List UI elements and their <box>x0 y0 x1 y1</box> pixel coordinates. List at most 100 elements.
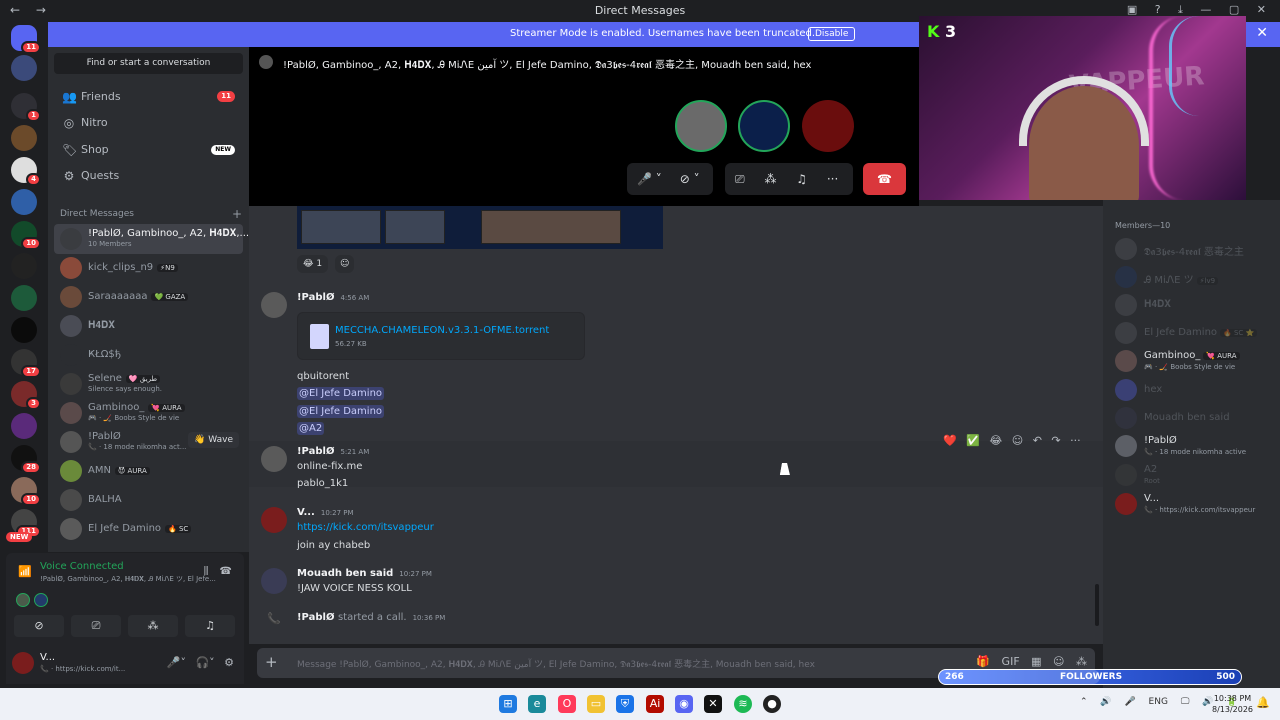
dm-item[interactable]: BALHA <box>54 485 243 515</box>
clock[interactable]: 10:38 PM 8/13/2026 <box>1212 693 1253 715</box>
server-icon[interactable] <box>11 125 37 151</box>
participant-avatar[interactable] <box>738 100 790 152</box>
mic-toggle[interactable]: 🎤 ˅ ⊘ ˅ <box>627 163 713 195</box>
window-controls[interactable]: ▣ ? ⤓ — ▢ ✕ <box>1127 3 1266 17</box>
signal-icon[interactable]: 📶 <box>18 565 32 578</box>
message-hover-toolbar[interactable]: ❤️ ✅ 😂 ☺ ↶ ↷ ··· <box>943 434 1081 452</box>
message-author[interactable]: !PablØ 5:21 AM <box>297 446 369 457</box>
server-icon[interactable] <box>11 55 37 81</box>
avatar[interactable] <box>12 652 34 674</box>
composer-tools[interactable]: 🎁 GIF ▦ ☺ ⁂ <box>976 655 1087 668</box>
screen-share-button[interactable]: ⎚ <box>71 615 121 637</box>
nav-nitro[interactable]: ◎ Nitro <box>54 110 243 136</box>
member-item[interactable]: A2 Root <box>1115 461 1275 489</box>
server-icon[interactable]: 1 <box>11 93 41 122</box>
activities-button[interactable]: ⁂ <box>128 615 178 637</box>
spotify-icon[interactable]: ≋ <box>734 695 752 713</box>
discord-icon[interactable]: ◉ <box>675 695 693 713</box>
file-name[interactable]: MECCHA.CHAMELEON.v3.3.1-OFME.torrent <box>335 325 549 336</box>
notification-bell-icon[interactable]: 🔔 <box>1256 696 1270 709</box>
dm-item[interactable]: !PablØ 📞 · 18 mode nikomha act... 👋 Wave <box>54 427 243 457</box>
upload-plus-icon[interactable]: + <box>265 653 278 671</box>
obs-icon[interactable]: ● <box>763 695 781 713</box>
voice-channel[interactable]: !PablØ, Gambinoo_, A2, 𝐇𝟒𝐃𝐗, Ꭿ MiᏁE ツ, E… <box>40 574 216 584</box>
dm-item[interactable]: ҜŁΩ$ђ <box>54 340 243 370</box>
server-icon[interactable]: 3 <box>11 381 41 410</box>
server-icon[interactable] <box>11 285 37 311</box>
avatar[interactable] <box>261 292 287 318</box>
new-unreads-pill[interactable]: NEW <box>6 532 33 542</box>
avatar[interactable] <box>261 507 287 533</box>
message-link[interactable]: https://kick.com/itsvappeur <box>297 522 434 533</box>
close-icon[interactable]: ✕ <box>1256 25 1268 41</box>
participant-avatar[interactable] <box>802 100 854 152</box>
member-item[interactable]: 𝐇𝟒𝐃𝐗 <box>1115 291 1275 319</box>
image-attachment[interactable] <box>297 206 663 249</box>
server-icon[interactable]: 4 <box>11 157 41 186</box>
dm-item[interactable]: El Jefe Damino 🔥 SC <box>54 514 243 544</box>
chat-scrollbar[interactable] <box>1095 584 1099 626</box>
find-conversation-button[interactable]: Find or start a conversation <box>54 53 243 74</box>
dm-item[interactable]: AMN 😈 AURA <box>54 456 243 486</box>
adobe-icon[interactable]: Ai <box>646 695 664 713</box>
nav-quests[interactable]: ⚙ Quests <box>54 163 243 189</box>
reaction[interactable]: 😂 1 <box>297 255 329 273</box>
nav-friends[interactable]: 👥 Friends 11 <box>54 84 243 110</box>
voice-actions[interactable]: ⫼ ☎ <box>204 566 232 577</box>
avatar <box>60 257 82 279</box>
user-name[interactable]: V... <box>40 652 55 663</box>
add-reaction-icon[interactable]: ☺ <box>335 255 355 273</box>
member-item[interactable]: hex <box>1115 376 1275 404</box>
member-item[interactable]: 𝕯𝖆3𝖇𝖊𝖘-4𝖗𝖊𝖆𝖑 恶毒之主 <box>1115 235 1275 263</box>
home-button[interactable]: 11 <box>11 25 41 54</box>
opera-icon[interactable]: O <box>558 695 576 713</box>
soundboard-icon[interactable]: ♫ <box>796 172 807 186</box>
member-item[interactable]: !PablØ 📞 · 18 mode nikomha active <box>1115 432 1275 460</box>
nav-shop[interactable]: 🏷 Shop NEW <box>54 137 243 163</box>
avatar[interactable] <box>261 568 287 594</box>
wave-button[interactable]: 👋 Wave <box>188 432 239 448</box>
server-icon[interactable] <box>11 189 37 215</box>
participant-avatar[interactable] <box>675 100 727 152</box>
screen-share-icon[interactable]: ⎚ <box>735 172 745 186</box>
soundboard-button[interactable]: ♫ <box>185 615 235 637</box>
folder-icon[interactable]: ▭ <box>587 695 605 713</box>
dm-item[interactable]: Selene 🩷 طريق Silence says enough. <box>54 369 243 399</box>
dm-item[interactable]: Gambinoo_ 💘 AURA 🎮 · 🏒 Boobs Style de vie <box>54 398 243 428</box>
server-icon[interactable] <box>11 253 37 279</box>
server-icon[interactable] <box>11 413 37 439</box>
dm-item[interactable]: 𝐇𝟒𝐃𝐗 <box>54 311 243 341</box>
server-icon[interactable]: 17 <box>11 349 41 378</box>
member-item[interactable]: El Jefe Damino 🔥 SC ⭐ <box>1115 319 1275 347</box>
message-author[interactable]: !PablØ 4:56 AM <box>297 292 369 303</box>
disable-streamer-mode-button[interactable]: Disable <box>808 27 856 41</box>
activities-icon[interactable]: ⁂ <box>764 172 776 186</box>
server-icon[interactable]: 10 <box>11 477 41 506</box>
message-author[interactable]: Mouadh ben said 10:27 PM <box>297 568 432 579</box>
member-item[interactable]: V... 📞 · https://kick.com/itsvappeur <box>1115 490 1275 518</box>
voice-status[interactable]: Voice Connected <box>40 561 124 572</box>
message-author[interactable]: V... 10:27 PM <box>297 507 354 518</box>
avatar[interactable] <box>261 446 287 472</box>
dm-item-group[interactable]: !PablØ, Gambinoo_, A2, 𝐇𝟒𝐃𝐗,... 10 Membe… <box>54 224 249 254</box>
disconnect-button[interactable]: ☎ <box>863 163 906 195</box>
server-icon[interactable]: 28 <box>11 445 41 474</box>
server-icon[interactable]: 10 <box>11 221 41 250</box>
dm-item[interactable]: Saraaaaaaa 💚 GAZA <box>54 282 243 312</box>
create-dm-icon[interactable]: + <box>232 207 242 221</box>
member-item[interactable]: Gambinoo_ 💘 AURA 🎮 · 🏒 Boobs Style de vie <box>1115 347 1275 375</box>
message-input[interactable]: Message !PablØ, Gambinoo_, A2, 𝐇𝟒𝐃𝐗, Ꭿ M… <box>297 657 815 670</box>
camera-toggle[interactable]: ⊘ ˅ <box>680 172 700 186</box>
shield-icon[interactable]: ⛨ <box>616 695 634 713</box>
file-attachment[interactable]: MECCHA.CHAMELEON.v3.3.1-OFME.torrent 56.… <box>297 312 585 360</box>
dm-item[interactable]: kick_clips_n9 ⚡N9 <box>54 253 243 283</box>
user-controls[interactable]: 🎤˅ 🎧˅ ⚙ <box>167 656 234 669</box>
capcut-icon[interactable]: ✕ <box>704 695 722 713</box>
more-icon[interactable]: ··· <box>827 172 838 186</box>
start-icon[interactable]: ⊞ <box>499 695 517 713</box>
member-item[interactable]: Mouadh ben said <box>1115 404 1275 432</box>
edge-icon[interactable]: e <box>528 695 546 713</box>
camera-off-button[interactable]: ⊘ <box>14 615 64 637</box>
member-item[interactable]: Ꭿ MiᏁE ツ ⚡lv9 <box>1115 263 1275 291</box>
server-icon[interactable] <box>11 317 37 343</box>
